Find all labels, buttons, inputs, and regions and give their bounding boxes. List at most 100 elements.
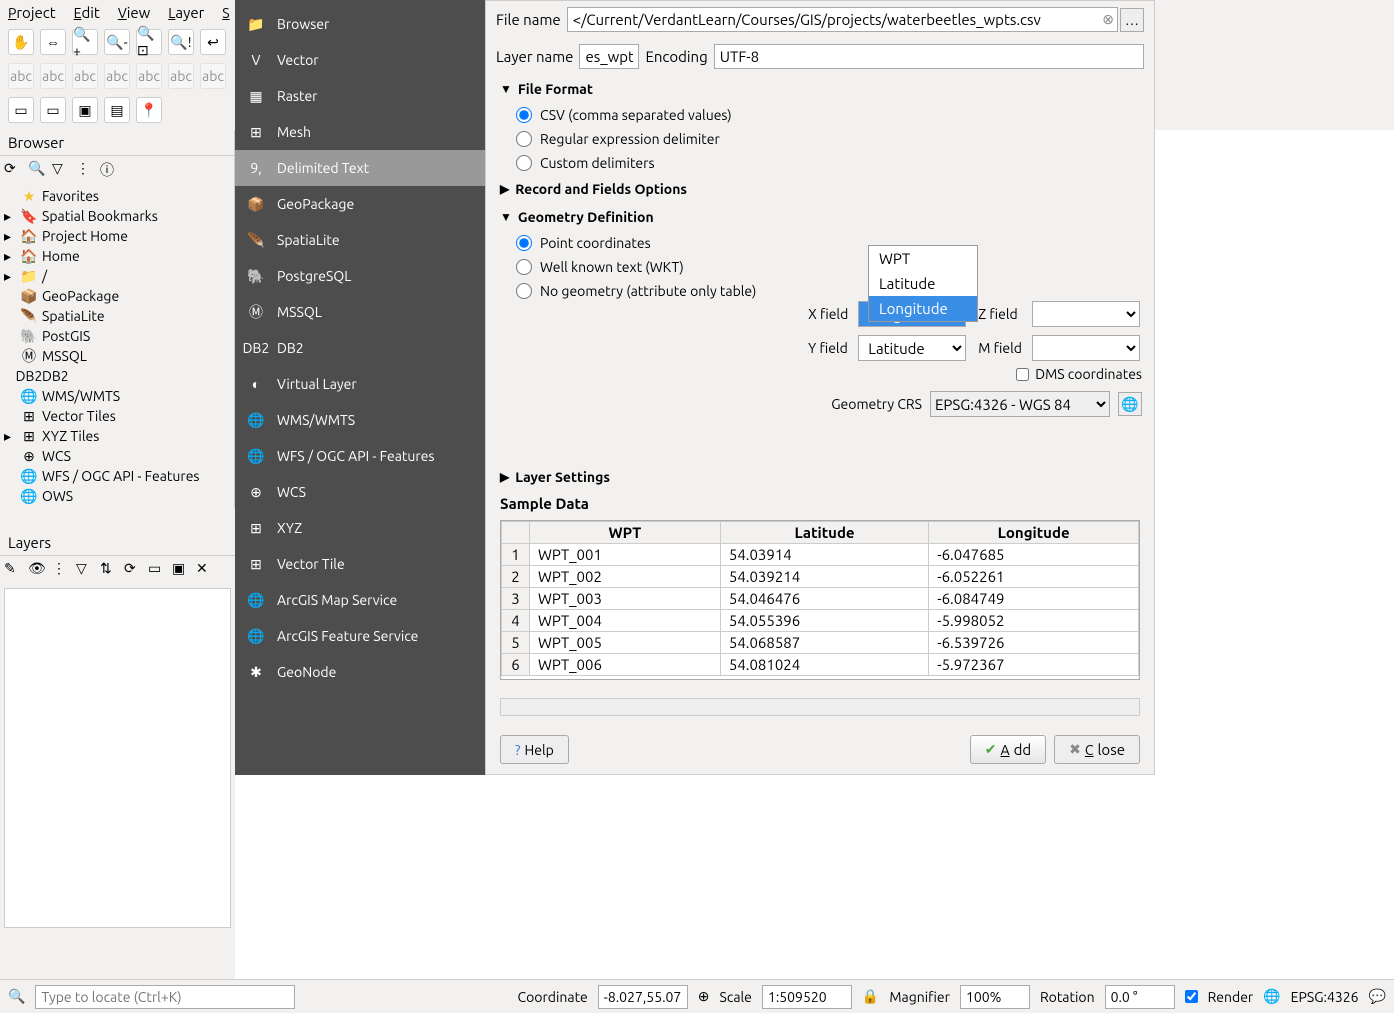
toolbar-button[interactable]: ▤	[104, 97, 130, 123]
browser-item[interactable]: ⊕WCS	[4, 446, 230, 466]
z-field-select[interactable]	[1032, 301, 1140, 327]
browser-item[interactable]: ▸🏠Project Home	[4, 226, 230, 246]
file-format-option[interactable]: Custom delimiters	[486, 151, 1154, 175]
browser-toolbar-button[interactable]: ⋮	[76, 160, 96, 180]
radio-input[interactable]	[516, 283, 532, 299]
toolbar-button[interactable]: abc	[136, 63, 162, 89]
file-format-option[interactable]: Regular expression delimiter	[486, 127, 1154, 151]
datasource-item[interactable]: ⊞XYZ	[235, 510, 485, 546]
table-row[interactable]: 5WPT_00554.068587-6.539726	[502, 632, 1139, 654]
datasource-item[interactable]: DB2DB2	[235, 330, 485, 366]
rotation-value[interactable]	[1105, 985, 1175, 1009]
y-field-select[interactable]: Latitude	[858, 335, 966, 361]
toolbar-button[interactable]: 🔍-	[104, 29, 130, 55]
crs-icon[interactable]: 🌐	[1263, 988, 1280, 1005]
layers-toolbar-button[interactable]: ✕	[196, 560, 216, 580]
layers-toolbar-button[interactable]: ⟳	[124, 560, 144, 580]
crs-status[interactable]: EPSG:4326	[1291, 989, 1359, 1005]
datasource-item[interactable]: 9,Delimited Text	[235, 150, 485, 186]
section-layer-settings[interactable]: ▶Layer Settings	[486, 463, 1154, 491]
clear-icon[interactable]: ⊗	[1102, 11, 1114, 28]
radio-input[interactable]	[516, 235, 532, 251]
datasource-item[interactable]: 🪶SpatiaLite	[235, 222, 485, 258]
toolbar-button[interactable]: ⇔	[40, 29, 66, 55]
menu-project[interactable]: PProjectroject	[8, 4, 56, 21]
toolbar-button[interactable]: 🔍!	[168, 29, 194, 55]
table-header[interactable]	[502, 522, 530, 544]
datasource-item[interactable]: ⓂMSSQL	[235, 294, 485, 330]
layers-toolbar-button[interactable]: ▣	[172, 560, 192, 580]
file-name-input[interactable]	[567, 7, 1119, 32]
table-header[interactable]: WPT	[530, 522, 721, 544]
datasource-item[interactable]: ◐Virtual Layer	[235, 366, 485, 402]
dms-checkbox[interactable]	[1016, 368, 1029, 381]
browser-item[interactable]: ▸⊞XYZ Tiles	[4, 426, 230, 446]
browser-item[interactable]: 🌐WFS / OGC API - Features	[4, 466, 230, 486]
crs-select[interactable]: EPSG:4326 - WGS 84	[930, 391, 1110, 417]
geometry-option[interactable]: Well known text (WKT)	[486, 255, 1154, 279]
help-button[interactable]: ?Help	[500, 735, 569, 764]
browser-toolbar-button[interactable]: ▽	[52, 160, 72, 180]
toolbar-button[interactable]: abc	[200, 63, 226, 89]
scale-value[interactable]	[762, 985, 852, 1009]
browser-item[interactable]: ▸🏠Home	[4, 246, 230, 266]
m-field-select[interactable]	[1032, 335, 1140, 361]
toolbar-button[interactable]: ▭	[40, 97, 66, 123]
toolbar-button[interactable]: abc	[168, 63, 194, 89]
menu-truncated[interactable]: S	[222, 4, 229, 21]
menu-edit[interactable]: Edit	[74, 4, 100, 21]
table-row[interactable]: 3WPT_00354.046476-6.084749	[502, 588, 1139, 610]
datasource-item[interactable]: 🌐WMS/WMTS	[235, 402, 485, 438]
close-button[interactable]: ✖Close	[1054, 735, 1140, 764]
toolbar-button[interactable]: 📍	[136, 97, 162, 123]
messages-icon[interactable]: 💬	[1369, 988, 1386, 1005]
browser-item[interactable]: DB2DB2	[4, 366, 230, 386]
section-record-fields[interactable]: ▶Record and Fields Options	[486, 175, 1154, 203]
toolbar-button[interactable]: abc	[40, 63, 66, 89]
extent-icon[interactable]: ⊕	[698, 988, 710, 1005]
section-geometry[interactable]: ▼Geometry Definition	[486, 203, 1154, 231]
browser-item[interactable]: 🌐OWS	[4, 486, 230, 506]
menu-layer[interactable]: Layer	[168, 4, 204, 21]
datasource-item[interactable]: ⊞Vector Tile	[235, 546, 485, 582]
toolbar-button[interactable]: abc	[72, 63, 98, 89]
datasource-item[interactable]: ✱GeoNode	[235, 654, 485, 690]
table-row[interactable]: 4WPT_00454.055396-5.998052	[502, 610, 1139, 632]
toolbar-button[interactable]: ↩	[200, 29, 226, 55]
browser-item[interactable]: 🪶SpatiaLite	[4, 306, 230, 326]
render-checkbox[interactable]	[1185, 990, 1198, 1003]
dropdown-option[interactable]: Longitude	[869, 296, 977, 321]
datasource-item[interactable]: 📁Browser	[235, 6, 485, 42]
browser-item[interactable]: 🌐WMS/WMTS	[4, 386, 230, 406]
geometry-option[interactable]: Point coordinates	[486, 231, 1154, 255]
locator-input[interactable]	[35, 985, 295, 1009]
toolbar-button[interactable]: 🔍+	[72, 29, 98, 55]
browser-toolbar-button[interactable]: ⓘ	[100, 160, 120, 180]
browser-item[interactable]: ⊞Vector Tiles	[4, 406, 230, 426]
dropdown-option[interactable]: Latitude	[869, 271, 977, 296]
browser-item[interactable]: ★Favorites	[4, 186, 230, 206]
radio-input[interactable]	[516, 259, 532, 275]
browse-button[interactable]: …	[1120, 8, 1144, 32]
radio-input[interactable]	[516, 107, 532, 123]
coordinate-value[interactable]	[598, 985, 688, 1009]
datasource-item[interactable]: 🌐WFS / OGC API - Features	[235, 438, 485, 474]
radio-input[interactable]	[516, 155, 532, 171]
browser-item[interactable]: ▸🔖Spatial Bookmarks	[4, 206, 230, 226]
datasource-item[interactable]: ⊕WCS	[235, 474, 485, 510]
browser-item[interactable]: 📦GeoPackage	[4, 286, 230, 306]
magnifier-value[interactable]	[960, 985, 1030, 1009]
table-header[interactable]: Latitude	[720, 522, 928, 544]
section-file-format[interactable]: ▼File Format	[486, 75, 1154, 103]
toolbar-button[interactable]: abc	[104, 63, 130, 89]
toolbar-button[interactable]: 🔍⊡	[136, 29, 162, 55]
datasource-item[interactable]: 📦GeoPackage	[235, 186, 485, 222]
browser-toolbar-button[interactable]: 🔍	[28, 160, 48, 180]
lock-icon[interactable]: 🔒	[862, 988, 879, 1005]
table-row[interactable]: 1WPT_00154.03914-6.047685	[502, 544, 1139, 566]
layers-toolbar-button[interactable]: 👁	[28, 560, 48, 580]
datasource-item[interactable]: VVector	[235, 42, 485, 78]
toolbar-button[interactable]: ▭	[8, 97, 34, 123]
geometry-option[interactable]: No geometry (attribute only table)	[486, 279, 1154, 303]
datasource-item[interactable]: 🌐ArcGIS Map Service	[235, 582, 485, 618]
